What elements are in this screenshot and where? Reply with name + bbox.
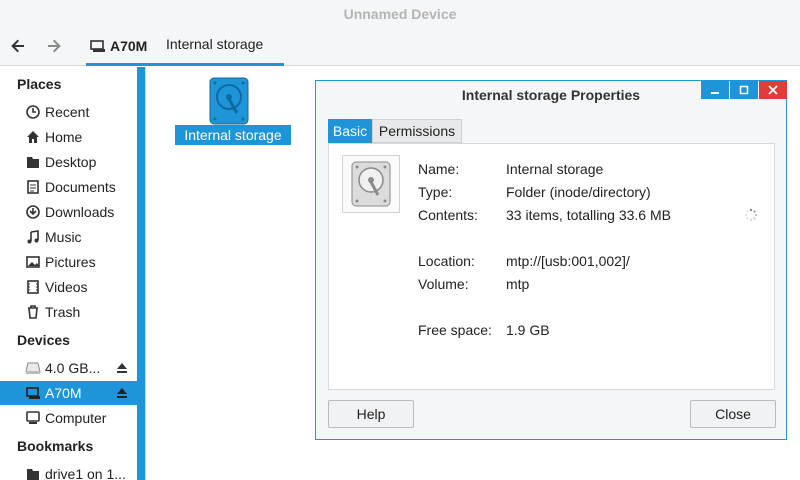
maximize-button[interactable] (730, 81, 758, 99)
free-space-label: Free space: (418, 322, 492, 338)
sidebar-item-a70m[interactable]: A70M (0, 381, 138, 405)
sidebar-item-trash[interactable]: Trash (0, 300, 138, 324)
back-button[interactable] (4, 33, 32, 59)
phone-icon (90, 39, 105, 52)
sidebar-item-desktop[interactable]: Desktop (0, 150, 138, 174)
sidebar-item-pictures[interactable]: Pictures (0, 250, 138, 274)
documents-icon (27, 180, 39, 194)
sidebar-item-computer[interactable]: Computer (0, 406, 138, 430)
close-icon (768, 85, 778, 95)
sidebar-item-home[interactable]: Home (0, 125, 138, 149)
free-space-value: 1.9 GB (506, 322, 550, 338)
location-label: Location: (418, 253, 475, 269)
sidebar-item-label: Pictures (45, 254, 96, 270)
sidebar-item-label: Recent (45, 104, 90, 120)
sidebar: Places Recent Home Desktop Documents Dow… (0, 67, 146, 480)
network-folder-icon (27, 469, 39, 480)
arrow-right-icon (48, 39, 61, 53)
path-button-device[interactable]: A70M (86, 28, 154, 66)
path-button-storage[interactable]: Internal storage (154, 28, 284, 66)
window-title: Unnamed Device (0, 0, 800, 28)
sidebar-item-bookmark[interactable]: drive1 on 1... (0, 462, 138, 480)
file-item-label[interactable]: Internal storage (175, 125, 291, 145)
sidebar-item-label: A70M (45, 385, 82, 401)
trash-icon (28, 305, 38, 319)
help-button[interactable]: Help (328, 400, 414, 428)
type-value: Folder (inode/directory) (506, 184, 651, 200)
sidebar-item-label: Videos (45, 279, 88, 295)
properties-dialog: Internal storage Properties Basic Permis… (315, 80, 787, 440)
minimize-button[interactable] (701, 81, 729, 99)
sidebar-item-documents[interactable]: Documents (0, 175, 138, 199)
sidebar-item-label: Downloads (45, 204, 115, 220)
sidebar-item-label: Music (45, 229, 82, 245)
sidebar-item-label: 4.0 GB... (45, 360, 101, 376)
pictures-icon (26, 256, 40, 268)
sidebar-item-label: Documents (45, 179, 116, 195)
drive-icon (25, 362, 41, 374)
harddisk-icon[interactable] (342, 155, 400, 213)
close-window-button[interactable] (759, 81, 787, 99)
type-label: Type: (418, 184, 453, 200)
sidebar-item-recent[interactable]: Recent (0, 100, 138, 124)
sidebar-item-label: drive1 on 1... (45, 466, 126, 480)
name-value: Internal storage (506, 161, 604, 177)
arrow-left-icon (11, 39, 24, 53)
basic-panel: Name: Internal storage Type: Folder (ino… (328, 143, 775, 390)
location-value: mtp://[usb:001,002]/ (506, 253, 630, 269)
drive-icon[interactable] (209, 77, 249, 125)
minimize-icon (711, 92, 719, 94)
toolbar: A70M Internal storage (0, 28, 800, 66)
computer-icon (26, 411, 40, 424)
forward-button[interactable] (40, 33, 68, 59)
eject-icon[interactable] (115, 361, 129, 375)
sidebar-scrollbar[interactable] (137, 67, 145, 480)
tab-permissions[interactable]: Permissions (372, 119, 462, 143)
phone-icon (26, 387, 40, 399)
sidebar-item-downloads[interactable]: Downloads (0, 200, 138, 224)
spinner-icon (745, 208, 757, 221)
close-button[interactable]: Close (690, 400, 776, 428)
sidebar-item-usb-drive[interactable]: 4.0 GB... (0, 356, 138, 380)
sidebar-item-label: Desktop (45, 154, 97, 170)
maximize-icon (739, 85, 749, 95)
volume-value: mtp (506, 276, 530, 292)
sidebar-item-label: Home (45, 129, 83, 145)
sidebar-item-music[interactable]: Music (0, 225, 138, 249)
clock-icon (26, 105, 40, 119)
path-device-label: A70M (110, 37, 148, 54)
name-label: Name: (418, 161, 460, 177)
download-icon (26, 205, 40, 219)
tab-basic[interactable]: Basic (328, 119, 372, 143)
folder-icon (27, 157, 39, 168)
contents-value: 33 items, totalling 33.6 MB (506, 207, 671, 223)
sidebar-item-label: Computer (45, 410, 107, 426)
home-icon (27, 131, 39, 143)
places-header: Places (17, 76, 62, 92)
videos-icon (27, 280, 39, 294)
eject-icon[interactable] (115, 386, 129, 400)
bookmarks-header: Bookmarks (17, 438, 94, 454)
sidebar-item-videos[interactable]: Videos (0, 275, 138, 299)
volume-label: Volume: (418, 276, 469, 292)
music-icon (27, 230, 39, 244)
devices-header: Devices (17, 332, 70, 348)
contents-label: Contents: (418, 207, 478, 223)
sidebar-item-label: Trash (45, 304, 81, 320)
